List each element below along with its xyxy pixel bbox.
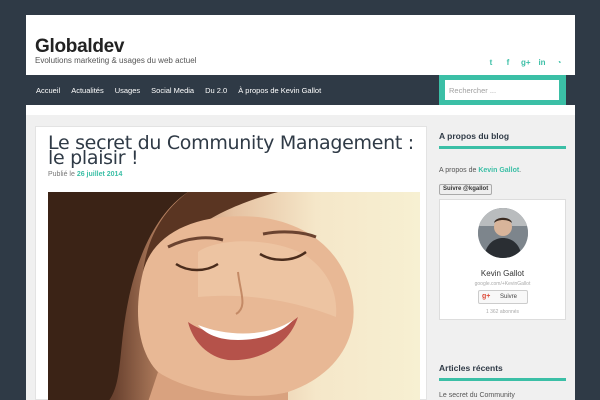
post-featured-image[interactable] bbox=[48, 192, 420, 400]
rss-icon[interactable]: ◔ bbox=[555, 58, 563, 67]
google-plus-badge: Kevin Gallot google.com/+KevinGallot g+ … bbox=[439, 199, 566, 320]
about-text: A propos de Kevin Gallot. bbox=[439, 167, 521, 174]
post-date[interactable]: 26 juillet 2014 bbox=[77, 171, 123, 178]
nav-item-du-2-0[interactable]: Du 2.0 bbox=[205, 86, 227, 95]
nav-item-a-propos[interactable]: À propos de Kevin Gallot bbox=[238, 86, 321, 95]
search-input[interactable] bbox=[445, 80, 559, 100]
about-widget-title: A propos du blog bbox=[439, 131, 510, 141]
linkedin-icon[interactable]: in bbox=[538, 58, 546, 67]
nav-item-actualites[interactable]: Actualités bbox=[71, 86, 104, 95]
about-widget-divider bbox=[439, 146, 566, 149]
nav-item-social-media[interactable]: Social Media bbox=[151, 86, 194, 95]
sidebar: A propos du blog A propos de Kevin Gallo… bbox=[439, 126, 566, 400]
gplus-card-url: google.com/+KevinGallot bbox=[474, 281, 531, 287]
search-box bbox=[439, 75, 566, 105]
google-plus-icon[interactable]: g+ bbox=[521, 58, 531, 67]
content-area: Le secret du Community Management : le p… bbox=[26, 115, 575, 400]
about-suffix: . bbox=[519, 167, 522, 174]
post-title[interactable]: Le secret du Community Management : le p… bbox=[48, 134, 418, 168]
nav-item-usages[interactable]: Usages bbox=[115, 86, 140, 95]
twitter-follow-label: Suivre @kgallot bbox=[443, 186, 489, 192]
recent-posts-widget-title: Articles récents bbox=[439, 363, 503, 373]
facebook-icon[interactable]: f bbox=[504, 58, 512, 67]
twitter-icon[interactable]: t bbox=[487, 58, 495, 67]
site-header: Globaldev Evolutions marketing & usages … bbox=[26, 15, 575, 75]
site-tagline: Evolutions marketing & usages du web act… bbox=[35, 56, 197, 65]
site-title[interactable]: Globaldev bbox=[35, 36, 124, 58]
post-meta-prefix: Publié le bbox=[48, 171, 75, 178]
gplus-card-name[interactable]: Kevin Gallot bbox=[440, 269, 565, 278]
about-prefix: A propos de bbox=[439, 167, 477, 174]
nav-item-accueil[interactable]: Accueil bbox=[36, 86, 60, 95]
page: Globaldev Evolutions marketing & usages … bbox=[26, 15, 575, 400]
main-navigation: Accueil Actualités Usages Social Media D… bbox=[26, 75, 575, 105]
recent-post-link[interactable]: Le secret du Community bbox=[439, 392, 515, 399]
twitter-follow-button[interactable]: Suivre @kgallot bbox=[439, 184, 493, 195]
recent-posts-widget-divider bbox=[439, 378, 566, 381]
avatar[interactable] bbox=[478, 208, 528, 258]
gplus-follow-label: Suivre bbox=[500, 294, 518, 300]
post-article: Le secret du Community Management : le p… bbox=[35, 126, 427, 400]
social-links: t f g+ in ◔ bbox=[487, 58, 563, 67]
about-author-link[interactable]: Kevin Gallot bbox=[478, 167, 519, 174]
gplus-followers-count: 1 362 abonnés bbox=[485, 309, 520, 315]
google-plus-icon: g+ bbox=[482, 293, 491, 300]
post-meta: Publié le 26 juillet 2014 bbox=[48, 171, 122, 178]
gplus-follow-button[interactable]: g+ Suivre bbox=[478, 290, 528, 304]
